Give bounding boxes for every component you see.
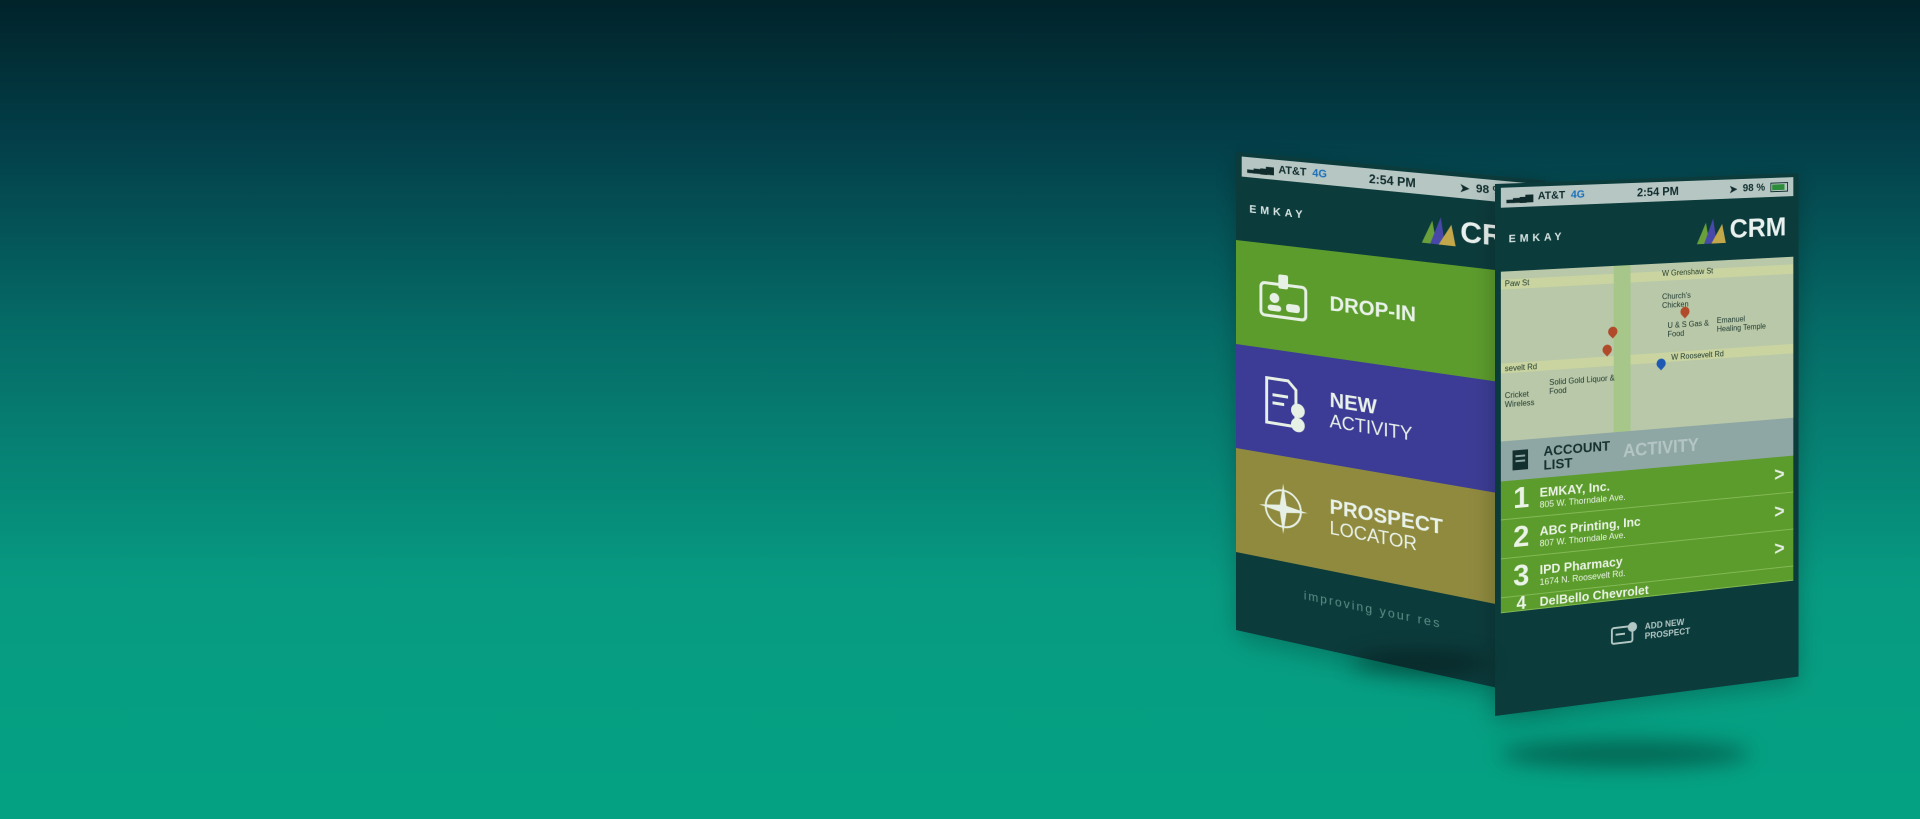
network-type: 4G (1570, 188, 1585, 202)
map-label: Cricket Wireless (1504, 389, 1535, 410)
map-road (1613, 265, 1631, 433)
clock: 2:54 PM (1636, 184, 1679, 200)
location-icon: ➤ (1729, 183, 1738, 196)
chevron-right-icon: > (1774, 500, 1785, 523)
map-view[interactable]: Paw St W Grenshaw St sevelt Rd W Rooseve… (1500, 256, 1794, 442)
visitor-badge-icon (1255, 274, 1312, 331)
signal-icon: ▂▃▄▅ (1247, 161, 1273, 176)
crm-swoosh-icon (1422, 216, 1456, 247)
signal-icon: ▂▃▄▅ (1506, 191, 1533, 204)
battery-icon (1770, 182, 1789, 193)
emkay-logo: EMKAY (1508, 230, 1566, 246)
map-label: Paw St (1504, 278, 1530, 289)
carrier: AT&T (1278, 163, 1307, 179)
map-road (1500, 343, 1794, 374)
chevron-right-icon: > (1774, 537, 1785, 560)
tab-activity[interactable]: ACTIVITY (1623, 435, 1699, 462)
phone-shadow (1350, 652, 1490, 674)
location-icon: ➤ (1459, 181, 1470, 196)
tab-account-list[interactable]: ACCOUNT LIST (1543, 438, 1609, 473)
crm-swoosh-icon (1697, 218, 1726, 245)
checklist-icon (1255, 370, 1305, 434)
phone-shadow (1500, 740, 1750, 768)
account-number: 1 (1513, 480, 1530, 516)
document-icon (1511, 449, 1530, 471)
map-label: sevelt Rd (1504, 362, 1538, 374)
battery-percent: 98 % (1742, 181, 1766, 195)
add-card-icon (1611, 621, 1638, 646)
map-label: Solid Gold Liquor & Food (1549, 373, 1615, 396)
account-number: 2 (1513, 519, 1530, 555)
crm-logo: CRM (1697, 212, 1786, 245)
emkay-logo: EMKAY (1249, 203, 1307, 222)
carrier: AT&T (1537, 189, 1566, 203)
tile-label-line1: DROP-IN (1329, 292, 1416, 327)
map-pin-icon[interactable] (1600, 342, 1614, 357)
compass-icon (1258, 482, 1308, 535)
map-label: Emanuel Healing Temple (1716, 314, 1766, 334)
chevron-right-icon: > (1774, 463, 1785, 486)
network-type: 4G (1312, 167, 1327, 181)
map-label: U & S Gas & Food (1667, 318, 1709, 339)
account-number: 3 (1513, 558, 1530, 594)
phone-account-list: ▂▃▄▅ AT&T 4G 2:54 PM ➤ 98 % EMKAY CRM Pa… (1495, 173, 1799, 716)
